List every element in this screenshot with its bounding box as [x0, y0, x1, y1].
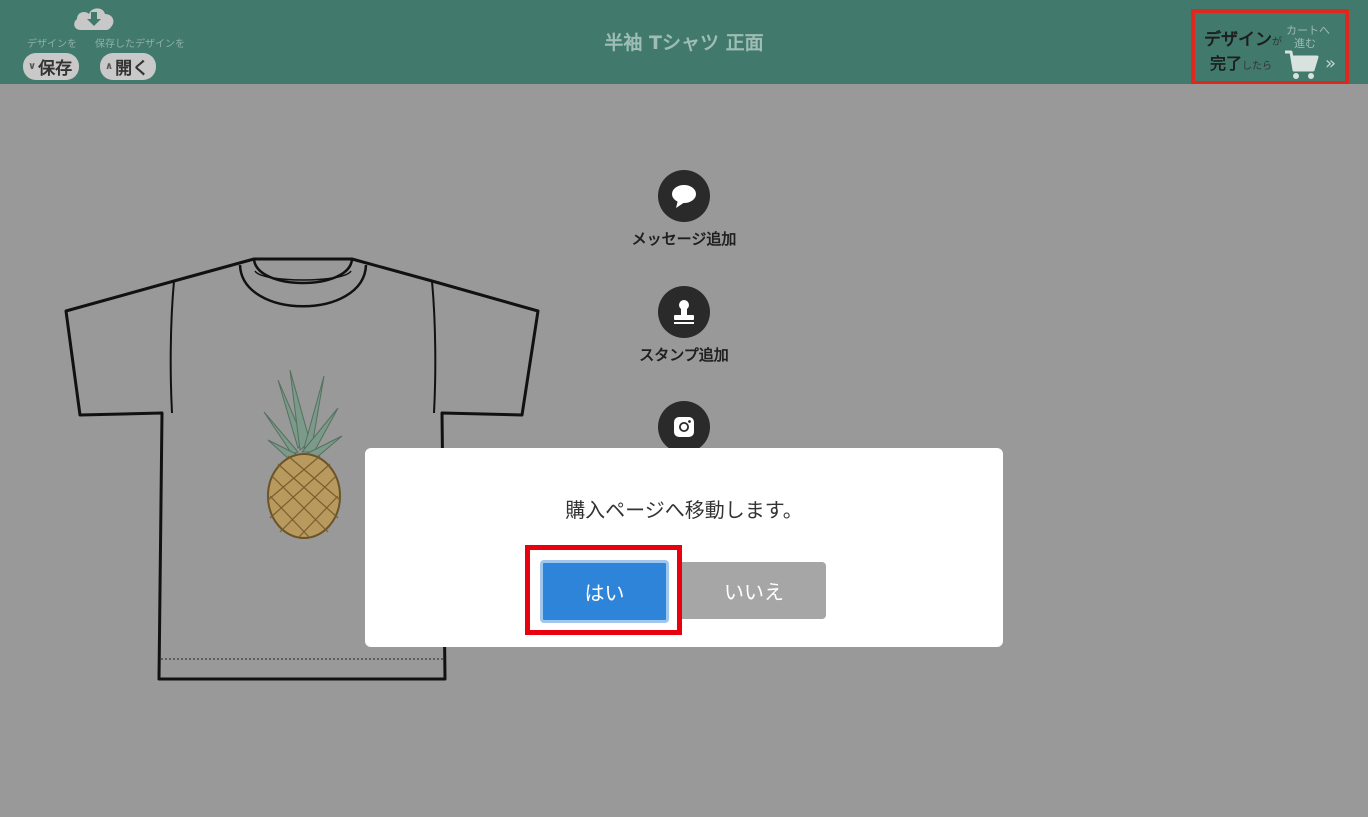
chevron-up-icon: ∧ [105, 61, 114, 72]
page-title: 半袖 Tシャツ 正面 [604, 32, 764, 54]
add-message-button[interactable]: メッセージ追加 [604, 170, 764, 249]
chevron-right-double-icon: » [1325, 53, 1337, 74]
go-to-cart-button[interactable]: デザインが 完了したら カートへ 進む » [1191, 9, 1349, 85]
add-stamp-label: スタンプ追加 [639, 346, 729, 364]
cart-label-line1: デザインが [1204, 30, 1282, 50]
yes-button[interactable]: はい [540, 560, 669, 623]
pineapple-image[interactable] [258, 368, 350, 540]
stamp-icon [658, 286, 710, 338]
instagram-icon [658, 401, 710, 453]
open-label: 開く [115, 59, 150, 79]
chevron-down-icon: ∨ [28, 61, 37, 72]
save-label: 保存 [38, 59, 73, 79]
cart-label-line2: 完了したら [1210, 54, 1273, 73]
open-button[interactable]: ∧ 開く [100, 53, 157, 80]
cart-icon [1285, 50, 1319, 79]
add-stamp-button[interactable]: スタンプ追加 [604, 286, 764, 365]
header: デザインを 保存したデザインを ∨ 保存 ∧ 開く 半袖 Tシャツ 正面 デザイ… [0, 0, 1368, 85]
dialog-message: 購入ページへ移動します。 [565, 498, 803, 522]
speech-bubble-icon [658, 170, 710, 222]
add-message-label: メッセージ追加 [631, 230, 737, 248]
no-button[interactable]: いいえ [682, 562, 826, 619]
save-button[interactable]: ∨ 保存 [23, 53, 80, 80]
